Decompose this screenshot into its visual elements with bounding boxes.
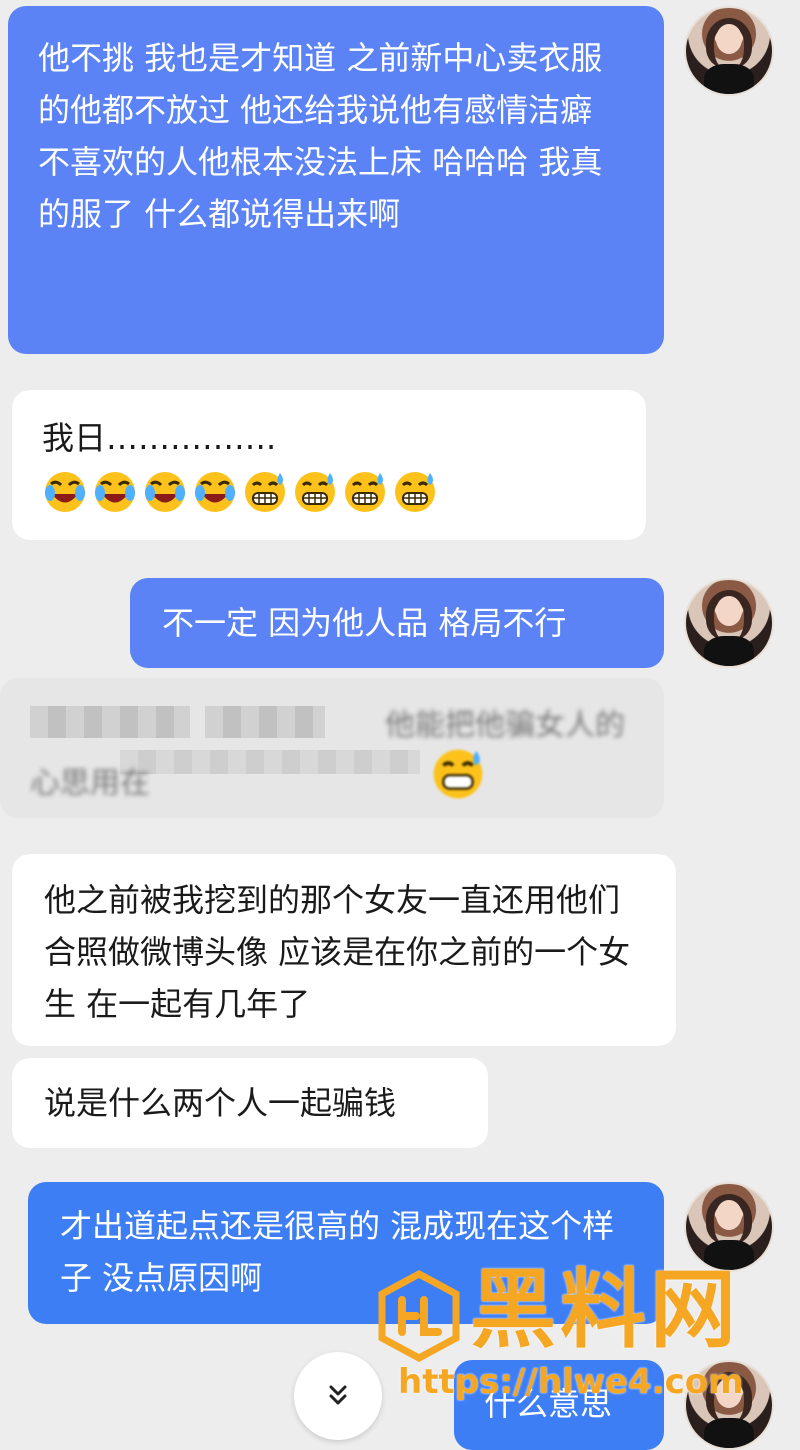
censored-text: 他能把他骗女人的: [385, 708, 625, 743]
message-bubble-theirs[interactable]: 说是什么两个人一起骗钱: [12, 1058, 488, 1148]
scroll-to-bottom-button[interactable]: [294, 1352, 382, 1440]
rofl-emoji: [145, 472, 185, 512]
avatar[interactable]: [684, 6, 774, 96]
grin-sweat-emoji: [395, 472, 435, 512]
message-text: 说是什么两个人一起骗钱: [44, 1084, 397, 1122]
message-text: 他之前被我挖到的那个女友一直还用他们合照做微博头像 应该是在你之前的一个女生 在…: [44, 881, 631, 1023]
censored-text: 心思用在: [30, 766, 150, 801]
watermark-logo-icon: [378, 1270, 460, 1362]
emoji-group: [42, 469, 438, 515]
avatar[interactable]: [684, 1182, 774, 1272]
message-bubble-theirs[interactable]: 他之前被我挖到的那个女友一直还用他们合照做微博头像 应该是在你之前的一个女生 在…: [12, 854, 676, 1046]
rofl-emoji: [45, 472, 85, 512]
message-bubble-mine[interactable]: 他不挑 我也是才知道 之前新中心卖衣服的他都不放过 他还给我说他有感情洁癖 不喜…: [8, 6, 664, 354]
avatar[interactable]: [684, 578, 774, 668]
grin-sweat-emoji: [295, 472, 335, 512]
rofl-emoji: [95, 472, 135, 512]
rofl-emoji: [195, 472, 235, 512]
watermark-brand: 黑料网: [470, 1260, 740, 1360]
grin-sweat-emoji: [245, 472, 285, 512]
double-chevron-down-icon: [329, 1385, 347, 1405]
message-text: 他不挑 我也是才知道 之前新中心卖衣服的他都不放过 他还给我说他有感情洁癖 不喜…: [38, 39, 603, 233]
watermark-url: https://hlwe4.com: [398, 1362, 744, 1402]
message-bubble-theirs[interactable]: 我日…………….: [12, 390, 646, 540]
censor-mosaic: [205, 706, 325, 738]
message-text: 不一定 因为他人品 格局不行: [162, 604, 567, 642]
message-bubble-censored[interactable]: 他能把他骗女人的 心思用在: [0, 678, 664, 818]
grin-sweat-emoji: [345, 472, 385, 512]
message-bubble-mine[interactable]: 不一定 因为他人品 格局不行: [130, 578, 664, 668]
message-text: 我日…………….: [42, 419, 277, 457]
censor-mosaic: [120, 750, 420, 774]
grin-sweat-emoji: [433, 749, 483, 799]
censor-mosaic: [30, 706, 190, 738]
